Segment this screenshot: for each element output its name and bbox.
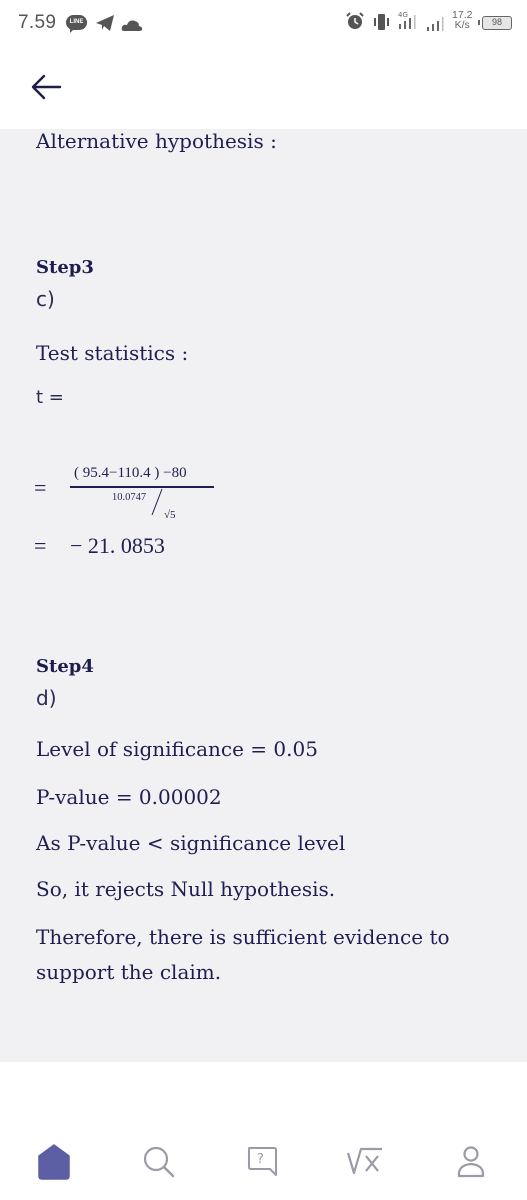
t-value: − 21. 0853 xyxy=(70,533,165,558)
home-icon xyxy=(38,1144,70,1180)
solution-content: Alternative hypothesis : Step3 c) Test s… xyxy=(0,129,527,1062)
alternative-hypothesis-label: Alternative hypothesis : xyxy=(36,129,277,153)
status-bar: 7.59 LINE 4G 17.2 K/s 98 xyxy=(0,0,527,48)
equals-sign: = xyxy=(34,533,47,558)
net-speed-unit: K/s xyxy=(454,19,470,31)
equals-sign: = xyxy=(34,475,47,500)
t-formula: = ( 95.4−110.4 ) −80 10.0747 √5 xyxy=(34,465,234,535)
bottom-nav: ? xyxy=(0,1062,527,1200)
back-button[interactable] xyxy=(30,72,70,108)
step3-part: c) xyxy=(36,287,55,311)
nav-ask-question[interactable]: ? xyxy=(240,1140,284,1184)
nav-profile[interactable] xyxy=(449,1140,493,1184)
cloud-icon xyxy=(121,17,143,36)
network-speed: 17.2 K/s xyxy=(452,10,472,31)
nav-home[interactable] xyxy=(32,1140,76,1184)
step4-part: d) xyxy=(36,686,57,710)
conclusion-line-1: Therefore, there is sufficient evidence … xyxy=(36,925,450,949)
arrow-left-icon xyxy=(31,74,62,100)
question-bubble-icon: ? xyxy=(248,1147,277,1176)
nav-search[interactable] xyxy=(137,1140,181,1184)
vibrate-icon xyxy=(372,13,392,35)
line-app-icon: LINE xyxy=(66,15,87,33)
search-icon xyxy=(143,1146,175,1178)
comparison-statement: As P-value < significance level xyxy=(36,831,346,855)
t-label: t = xyxy=(36,387,64,408)
fraction-slash xyxy=(150,487,164,522)
step4-title: Step4 xyxy=(36,656,94,677)
significance-level: Level of significance = 0.05 xyxy=(36,737,318,761)
svg-text:4G: 4G xyxy=(398,11,408,19)
nav-math-solver[interactable] xyxy=(343,1140,387,1184)
signal-4g-icon: 4G xyxy=(398,10,422,36)
status-time: 7.59 xyxy=(18,12,57,33)
telegram-icon xyxy=(95,14,115,36)
conclusion-line-2: support the claim. xyxy=(36,960,222,984)
battery-icon: 98 xyxy=(478,16,512,30)
app-header xyxy=(0,48,527,130)
svg-text:?: ? xyxy=(257,1152,264,1167)
formula-numerator: ( 95.4−110.4 ) −80 xyxy=(74,465,187,481)
square-root-icon xyxy=(346,1147,382,1175)
user-icon xyxy=(457,1146,485,1178)
p-value: P-value = 0.00002 xyxy=(36,785,222,809)
fraction-bar xyxy=(70,486,214,488)
test-statistics-label: Test statistics : xyxy=(36,341,189,365)
alarm-icon xyxy=(346,12,364,34)
step3-title: Step3 xyxy=(36,257,94,278)
decision-statement: So, it rejects Null hypothesis. xyxy=(36,877,336,901)
formula-sd: 10.0747 xyxy=(112,492,147,503)
formula-sqrt-n: √5 xyxy=(164,509,176,521)
signal-icon xyxy=(426,16,448,36)
t-result: = − 21. 0853 xyxy=(34,531,234,561)
